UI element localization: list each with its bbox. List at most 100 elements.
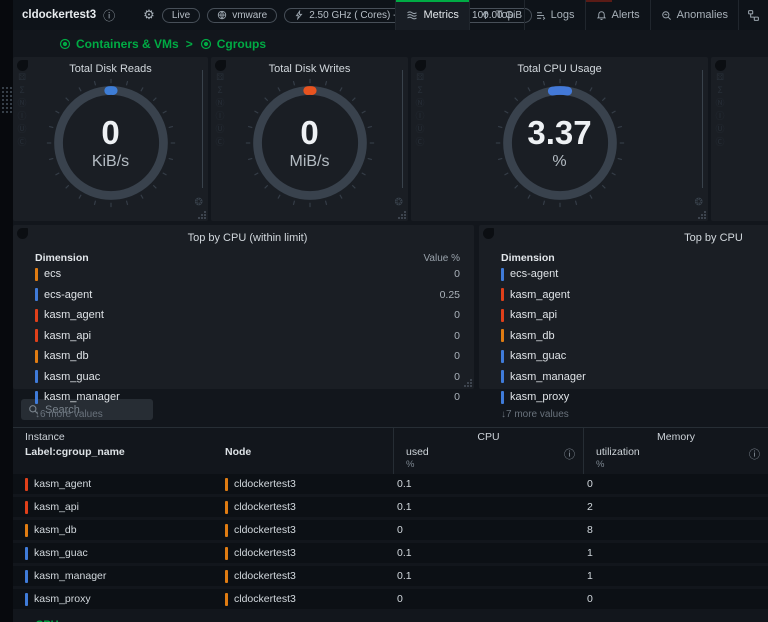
dimension-row[interactable]: ecs 0: [35, 264, 460, 285]
chart-anchor-icon[interactable]: ❂: [695, 197, 703, 208]
dimension-row[interactable]: kasm_guac: [501, 346, 768, 367]
chart-drag-icon[interactable]: [215, 60, 226, 71]
live-status-label: Live: [172, 10, 190, 21]
node-info-icon[interactable]: ⓘ: [103, 7, 115, 24]
chart-anchor-icon[interactable]: ❂: [195, 197, 203, 208]
tab-metrics[interactable]: Metrics: [395, 0, 468, 30]
gauge-total-disk-reads[interactable]: 0 KiB/s: [13, 75, 208, 211]
dimension-row[interactable]: kasm_db: [501, 326, 768, 347]
chart-sum-icon[interactable]: Σ: [217, 86, 223, 97]
nodes-view-button[interactable]: [738, 0, 768, 30]
alerts-indicator: [586, 0, 612, 2]
chart-c-icon[interactable]: Ⓒ: [17, 138, 26, 149]
gauge-total-cpu-usage[interactable]: 3.37 %: [411, 75, 708, 211]
chart-resize-handle[interactable]: [198, 211, 206, 219]
chart-dice-icon[interactable]: ⚄: [216, 73, 224, 84]
chart-n-icon[interactable]: Ⓝ: [715, 99, 724, 110]
dimension-row[interactable]: kasm_agent: [501, 285, 768, 306]
column-header-node[interactable]: Node: [213, 444, 393, 474]
sidebar-handle[interactable]: [1, 86, 12, 114]
chart-i-icon[interactable]: Ⓘ: [17, 112, 26, 123]
chart-i-icon[interactable]: Ⓘ: [215, 112, 224, 123]
chart-scrollbar[interactable]: [202, 70, 203, 188]
chart-drag-icon[interactable]: [17, 60, 28, 71]
table-card-top-by-cpu[interactable]: Top by CPU Dimension ecs-agent kasm_agen…: [479, 225, 768, 389]
chart-n-icon[interactable]: Ⓝ: [17, 99, 26, 110]
label-color-bar: [25, 547, 28, 560]
dimension-row[interactable]: kasm_api 0: [35, 326, 460, 347]
label-color-bar: [25, 478, 28, 491]
chart-resize-handle[interactable]: [464, 379, 472, 387]
column-header-cpu-used[interactable]: used % ⓘ: [393, 444, 583, 474]
chart-resize-handle[interactable]: [398, 211, 406, 219]
dimension-row[interactable]: kasm_db 0: [35, 346, 460, 367]
chart-u-icon[interactable]: Ⓤ: [415, 125, 424, 136]
column-header-label[interactable]: Label:cgroup_name: [13, 444, 213, 474]
chart-dice-icon[interactable]: ⚄: [716, 73, 724, 84]
chart-card-total-disk-reads[interactable]: ⚄ Σ Ⓝ Ⓘ Ⓤ Ⓒ Total Disk Reads 0 KiB/s: [13, 57, 208, 221]
dimension-row[interactable]: kasm_manager 0: [35, 387, 460, 408]
chart-i-icon[interactable]: Ⓘ: [715, 112, 724, 123]
tab-anomalies[interactable]: Anomalies: [650, 0, 738, 30]
breadcrumb-cgroups[interactable]: Cgroups: [200, 37, 266, 51]
dimension-column-header[interactable]: Dimension: [35, 252, 89, 264]
cpu-used-info-icon[interactable]: ⓘ: [564, 446, 575, 462]
chart-drag-icon[interactable]: [483, 228, 494, 239]
dimension-row[interactable]: kasm_guac 0: [35, 367, 460, 388]
table-row[interactable]: kasm_proxy cldockertest3 0 0: [13, 589, 768, 609]
chart-card-total-disk-writes[interactable]: ⚄ Σ Ⓝ Ⓘ Ⓤ Ⓒ Total Disk Writes 0 MiB/s: [211, 57, 408, 221]
dimension-row[interactable]: ecs-agent 0.25: [35, 285, 460, 306]
gauge-total-disk-writes[interactable]: 0 MiB/s: [211, 75, 408, 211]
chart-c-icon[interactable]: Ⓒ: [215, 138, 224, 149]
table-card-top-by-cpu-limit[interactable]: Top by CPU (within limit) Dimension Valu…: [13, 225, 474, 389]
table-row[interactable]: kasm_manager cldockertest3 0.1 1: [13, 566, 768, 586]
dimension-row[interactable]: kasm_api: [501, 305, 768, 326]
chart-resize-handle[interactable]: [698, 211, 706, 219]
dimension-row[interactable]: kasm_proxy: [501, 387, 768, 408]
chart-c-icon[interactable]: Ⓒ: [715, 138, 724, 149]
chart-card-partial[interactable]: ⚄ Σ Ⓝ Ⓘ Ⓤ Ⓒ: [711, 57, 768, 221]
chart-scrollbar[interactable]: [702, 70, 703, 188]
chart-c-icon[interactable]: Ⓒ: [415, 138, 424, 149]
chart-card-total-cpu-usage[interactable]: ⚄ Σ Ⓝ Ⓘ Ⓤ Ⓒ Total CPU Usage 3.37 %: [411, 57, 708, 221]
chart-title: Total CPU Usage: [411, 57, 708, 75]
chart-anchor-icon[interactable]: ❂: [395, 197, 403, 208]
chart-dice-icon[interactable]: ⚄: [416, 73, 424, 84]
table-row[interactable]: kasm_agent cldockertest3 0.1 0: [13, 474, 768, 494]
chart-n-icon[interactable]: Ⓝ: [415, 99, 424, 110]
breadcrumb-containers-vms[interactable]: Containers & VMs: [59, 37, 179, 51]
tab-top[interactable]: Top: [469, 0, 524, 30]
tab-logs[interactable]: Logs: [524, 0, 585, 30]
chart-sum-icon[interactable]: Σ: [717, 86, 723, 97]
chart-drag-icon[interactable]: [715, 60, 726, 71]
gear-icon[interactable]: ⚙: [143, 8, 155, 23]
chart-sum-icon[interactable]: Σ: [417, 86, 423, 97]
dimension-row[interactable]: kasm_agent 0: [35, 305, 460, 326]
chart-sum-icon[interactable]: Σ: [19, 86, 25, 97]
chart-drag-icon[interactable]: [415, 60, 426, 71]
table-row[interactable]: kasm_api cldockertest3 0.1 2: [13, 497, 768, 517]
chart-u-icon[interactable]: Ⓤ: [215, 125, 224, 136]
chart-drag-icon[interactable]: [17, 228, 28, 239]
dimension-color-bar: [501, 329, 504, 342]
chart-dice-icon[interactable]: ⚄: [18, 73, 26, 84]
memory-utilization-info-icon[interactable]: ⓘ: [749, 446, 760, 462]
dimension-column-header[interactable]: Dimension: [501, 252, 555, 264]
chart-scrollbar[interactable]: [402, 70, 403, 188]
chart-i-icon[interactable]: Ⓘ: [415, 112, 424, 123]
tab-alerts[interactable]: Alerts: [585, 0, 650, 30]
live-status-pill[interactable]: Live: [162, 8, 200, 23]
table-row[interactable]: kasm_guac cldockertest3 0.1 1: [13, 543, 768, 563]
chart-u-icon[interactable]: Ⓤ: [17, 125, 26, 136]
node-name-cell: cldockertest3: [234, 501, 296, 513]
chart-u-icon[interactable]: Ⓤ: [715, 125, 724, 136]
provider-pill[interactable]: vmware: [207, 8, 277, 23]
table-row[interactable]: kasm_db cldockertest3 0 8: [13, 520, 768, 540]
dimension-row[interactable]: ecs-agent: [501, 264, 768, 285]
node-color-bar: [225, 501, 228, 514]
chart-n-icon[interactable]: Ⓝ: [215, 99, 224, 110]
section-footer-cpu[interactable]: -- CPU: [13, 612, 768, 622]
column-header-memory-utilization[interactable]: utilization % ⓘ: [583, 444, 768, 474]
dimension-row[interactable]: kasm_manager: [501, 367, 768, 388]
value-column-header[interactable]: Value %: [423, 253, 460, 264]
